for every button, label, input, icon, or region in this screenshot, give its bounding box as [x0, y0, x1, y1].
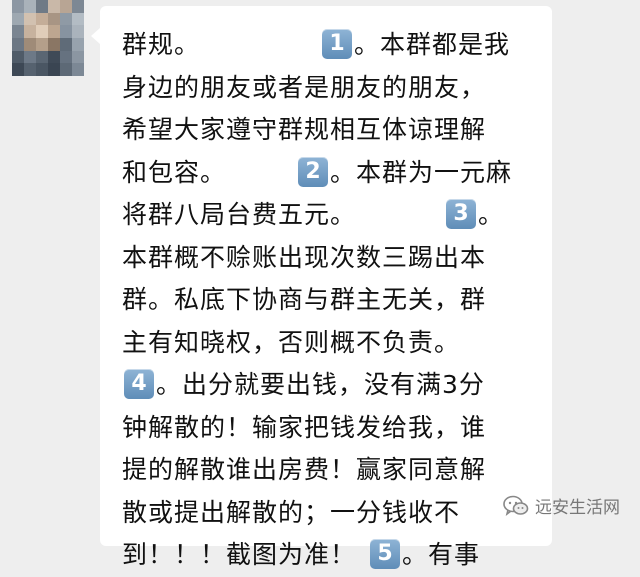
message-line-text: 到！！！截图为准！: [122, 540, 357, 569]
sender-avatar[interactable]: [12, 0, 84, 76]
message-line: 群。私底下协商与群主无关，群: [122, 279, 552, 322]
message-line: 钟解散的！输家把钱发给我，谁: [122, 407, 552, 450]
message-line-text: 提的解散谁出房费！赢家同意解: [122, 455, 487, 484]
message-line: 将群八局台费五元。 3。: [122, 194, 552, 237]
message-line: 群规。 1 。本群都是我: [122, 24, 552, 67]
message-line-text: 钟解散的！输家把钱发给我，谁: [122, 412, 487, 442]
message-line-text: 。本群为一元麻: [330, 157, 513, 187]
message-text: 群规。 1 。本群都是我 身边的朋友或者是朋友的朋友， 希望大家遵守群规相互体谅理解 和包…: [122, 24, 552, 577]
message-bubble[interactable]: 群规。 1 。本群都是我 身边的朋友或者是朋友的朋友， 希望大家遵守群规相互体谅理解 和包…: [91, 6, 552, 569]
wechat-icon: [503, 495, 529, 517]
message-line-text: 和包容。: [122, 157, 227, 187]
message-line: 主有知晓权，否则概不负责。: [122, 322, 552, 365]
watermark-text: 远安生活网: [535, 498, 620, 518]
number-badge-icon: 1: [322, 29, 353, 59]
number-badge-icon: 5: [370, 539, 401, 569]
message-line: 和包容。 2 。本群为一元麻: [122, 152, 552, 195]
message-line: 希望大家遵守群规相互体谅理解: [122, 109, 552, 152]
message-line-text: 。有事: [402, 540, 481, 569]
number-badge-icon: 4: [124, 369, 154, 399]
watermark: 远安生活网: [503, 493, 620, 518]
message-line-text: 群规。: [122, 30, 201, 59]
message-line: 提的解散谁出房费！赢家同意解: [122, 449, 552, 492]
message-line-text: 身边的朋友或者是朋友的朋友，: [122, 72, 487, 102]
message-line-text: 本群概不赊账出现次数三踢出本: [122, 242, 487, 272]
message-line-text: 。出分就要出钱，没有满3分: [156, 370, 485, 399]
message-line: 散或提出解散的；一分钱收不: [122, 492, 552, 535]
message-line-text: 。: [478, 200, 505, 229]
message-line-text: 主有知晓权，否则概不负责。: [122, 327, 461, 357]
number-badge-icon: 2: [298, 156, 329, 187]
message-line: 到！！！截图为准！ 5 。有事: [122, 534, 552, 577]
message-line-text: 群。私底下协商与群主无关，群: [122, 285, 487, 314]
message-line-text: 希望大家遵守群规相互体谅理解: [122, 115, 487, 144]
number-badge-icon: 3: [446, 199, 477, 229]
message-line-text: 散或提出解散的；一分钱收不: [122, 497, 461, 527]
message-line-text: 将群八局台费五元。: [122, 200, 357, 229]
message-line: 本群概不赊账出现次数三踢出本: [122, 237, 552, 280]
message-line-text: 。本群都是我: [354, 30, 511, 59]
message-line: 身边的朋友或者是朋友的朋友，: [122, 67, 552, 110]
message-line: 4 。出分就要出钱，没有满3分: [122, 364, 552, 407]
